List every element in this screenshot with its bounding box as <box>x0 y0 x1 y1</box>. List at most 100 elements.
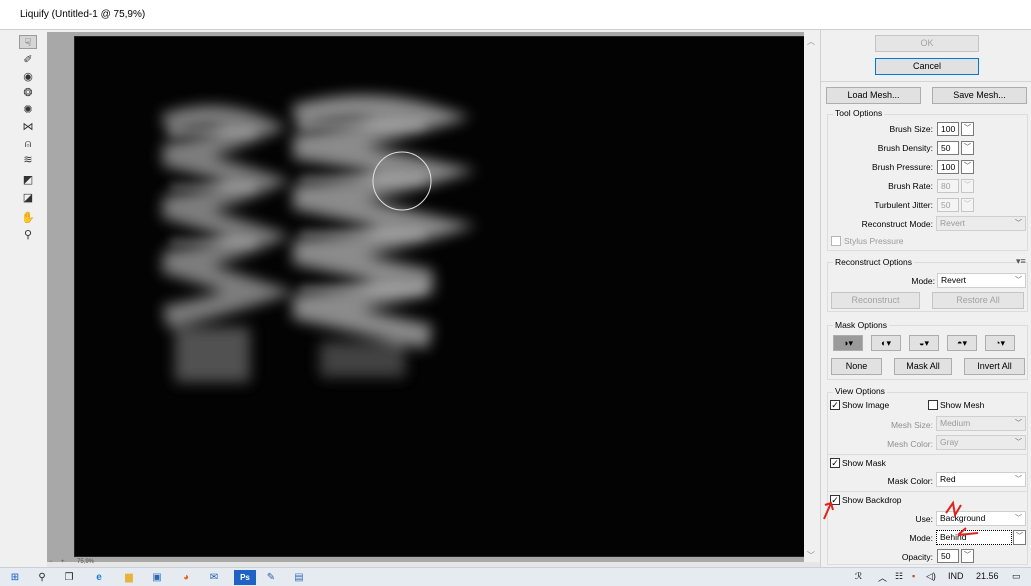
ok-button[interactable]: OK <box>875 35 979 52</box>
mirror-icon[interactable]: ⍝ <box>19 137 37 151</box>
brush-size-field[interactable]: 100 <box>937 122 959 136</box>
reconstruct-button[interactable]: Reconstruct <box>831 292 920 309</box>
turbulent-jitter-dropdown[interactable]: ﹀ <box>961 198 974 212</box>
brush-rate-dropdown[interactable]: ﹀ <box>961 179 974 193</box>
subtract-from-selection-icon[interactable]: ◒▾ <box>909 335 939 351</box>
scroll-down-icon[interactable]: ﹀ <box>807 550 815 561</box>
show-mask-checkbox[interactable]: ✓ <box>830 458 840 468</box>
brush-pressure-field[interactable]: 100 <box>937 160 959 174</box>
store-icon[interactable]: ▣ <box>148 570 166 585</box>
cancel-button[interactable]: Cancel <box>875 58 979 75</box>
battery-icon[interactable]: ▪ <box>912 571 915 581</box>
title-bar: Liquify (Untitled-1 @ 75,9%) <box>0 0 1031 30</box>
liquify-toolbar: ☟ ✐ ◉ ❂ ✺ ⋈ ⍝ ≋ ◩ ◪ ✋ ⚲ <box>17 33 39 553</box>
divider <box>821 81 1031 82</box>
edge-browser-icon[interactable]: e <box>90 570 108 585</box>
chevron-down-icon: ﹀ <box>1015 277 1022 284</box>
twirl-clockwise-icon[interactable]: ◉ <box>19 70 37 84</box>
photoshop-icon[interactable]: Ps <box>234 570 256 585</box>
restore-all-button[interactable]: Restore All <box>932 292 1024 309</box>
save-mesh-button[interactable]: Save Mesh... <box>932 87 1027 104</box>
mesh-color-value: Gray <box>940 437 959 447</box>
show-mesh-checkbox[interactable] <box>928 400 938 410</box>
mask-options-title: Mask Options <box>833 320 889 330</box>
tool-options-title: Tool Options <box>833 108 885 118</box>
invert-selection-icon[interactable]: ◔▾ <box>985 335 1015 351</box>
pucker-icon[interactable]: ❂ <box>19 86 37 100</box>
reconstruct-mode-select[interactable]: Revert ﹀ <box>936 216 1026 231</box>
turbulent-jitter-label: Turbulent Jitter: <box>874 200 933 210</box>
brush-rate-field[interactable]: 80 <box>937 179 959 193</box>
thaw-mask-icon[interactable]: ◪ <box>19 191 37 205</box>
language-indicator[interactable]: IND <box>948 571 964 581</box>
opacity-field[interactable]: 50 <box>937 549 959 563</box>
mail-icon[interactable]: ✉ <box>205 570 223 585</box>
volume-icon[interactable]: ◁) <box>926 571 936 582</box>
panel-menu-icon[interactable]: ▾≡ <box>1016 256 1026 267</box>
notifications-icon[interactable]: ▭ <box>1012 571 1021 582</box>
mask-none-button[interactable]: None <box>831 358 882 375</box>
intersect-selection-icon[interactable]: ◓▾ <box>947 335 977 351</box>
reconstruct-options-title: Reconstruct Options <box>833 257 915 267</box>
file-explorer-icon[interactable]: ▆ <box>120 570 138 585</box>
load-mesh-button[interactable]: Load Mesh... <box>826 87 921 104</box>
reconstruct-mode-label: Reconstruct Mode: <box>861 219 933 229</box>
chevron-down-icon: ﹀ <box>1015 439 1022 446</box>
windows-taskbar: ⊞ ⚲ ❐ e ▆ ▣ ◕ ✉ Ps ✎ ▤ ℛ ︿ ☷ ▪ ◁) IND 21… <box>0 567 1031 586</box>
zoom-level[interactable]: 75,9% <box>77 559 94 565</box>
brush-density-field[interactable]: 50 <box>937 141 959 155</box>
reconstruct-mode2-select[interactable]: Revert ﹀ <box>937 273 1026 288</box>
opacity-dropdown[interactable]: ﹀ <box>961 549 974 563</box>
forward-warp-icon[interactable]: ☟ <box>19 35 37 49</box>
preview-canvas[interactable] <box>74 36 816 557</box>
divider <box>827 454 1028 455</box>
hand-icon[interactable]: ✋ <box>19 211 37 225</box>
zoom-in-icon[interactable]: + <box>61 559 65 565</box>
mesh-size-select[interactable]: Medium ﹀ <box>936 416 1026 431</box>
show-mesh-label: Show Mesh <box>940 400 985 410</box>
zoom-control[interactable]: − + 75,9% <box>47 559 127 567</box>
paint-icon[interactable]: ✎ <box>262 570 280 585</box>
freeze-mask-icon[interactable]: ◩ <box>19 173 37 187</box>
brush-density-label: Brush Density: <box>877 143 933 153</box>
add-to-selection-icon[interactable]: ◐▾ <box>871 335 901 351</box>
reconstruct-mode2-value: Revert <box>941 275 967 285</box>
annotation-marks <box>823 500 979 536</box>
brush-size-dropdown[interactable]: ﹀ <box>961 122 974 136</box>
people-icon[interactable]: ℛ <box>855 571 862 582</box>
invert-all-button[interactable]: Invert All <box>964 358 1025 375</box>
windows-start-icon[interactable]: ⊞ <box>6 570 24 585</box>
search-icon[interactable]: ⚲ <box>33 570 51 585</box>
reconstruct-mode2-label: Mode: <box>911 276 935 286</box>
chevron-up-icon[interactable]: ︿ <box>878 571 887 584</box>
zoom-icon[interactable]: ⚲ <box>19 228 37 242</box>
task-view-icon[interactable]: ❐ <box>60 570 78 585</box>
options-panel: OK Cancel Load Mesh... Save Mesh... Tool… <box>820 30 1031 567</box>
replace-selection-icon[interactable]: ◑▾ <box>833 335 863 351</box>
bloat-icon[interactable]: ✺ <box>19 103 37 117</box>
firefox-icon[interactable]: ◕ <box>177 570 195 585</box>
turbulence-icon[interactable]: ≋ <box>19 153 37 167</box>
brush-density-dropdown[interactable]: ﹀ <box>961 141 974 155</box>
canvas-frame <box>47 32 820 562</box>
push-left-icon[interactable]: ⋈ <box>19 120 37 134</box>
network-icon[interactable]: ☷ <box>895 571 903 582</box>
scroll-up-icon[interactable]: ︿ <box>807 36 815 47</box>
stylus-pressure-checkbox[interactable] <box>831 236 841 246</box>
reconstruct-mode-value: Revert <box>940 218 966 228</box>
turbulent-jitter-field[interactable]: 50 <box>937 198 959 212</box>
brush-pressure-label: Brush Pressure: <box>872 162 933 172</box>
mesh-color-select[interactable]: Gray ﹀ <box>936 435 1026 450</box>
mask-color-value: Red <box>940 474 956 484</box>
app-icon[interactable]: ▤ <box>290 570 308 585</box>
show-image-label: Show Image <box>842 400 890 410</box>
brush-pressure-dropdown[interactable]: ﹀ <box>961 160 974 174</box>
show-image-checkbox[interactable]: ✓ <box>830 400 840 410</box>
vertical-scrollbar[interactable]: ︿ ﹀ <box>804 32 820 562</box>
show-mask-label: Show Mask <box>842 458 886 468</box>
view-options-title: View Options <box>833 386 887 396</box>
clock[interactable]: 21.56 <box>976 571 999 581</box>
mask-all-button[interactable]: Mask All <box>894 358 952 375</box>
reconstruct-icon[interactable]: ✐ <box>19 53 37 67</box>
zoom-out-icon[interactable]: − <box>49 559 53 565</box>
